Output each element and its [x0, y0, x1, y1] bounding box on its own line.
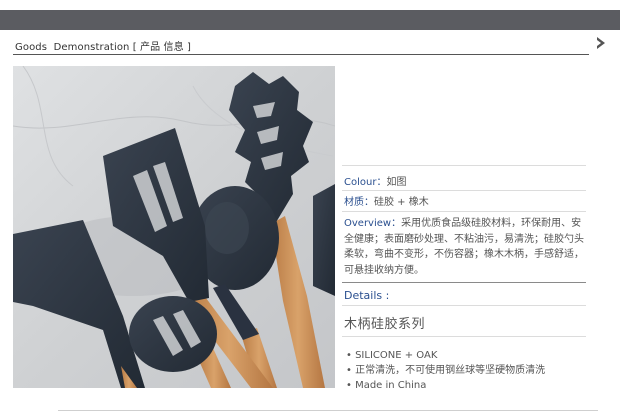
material-row: 材质：硅胶 + 橡木 — [344, 196, 429, 210]
spec-divider-top — [342, 165, 586, 166]
colour-row: Colour：如图 — [344, 176, 406, 190]
overview-label: Overview： — [344, 218, 402, 229]
feature-list: • SILICONE + OAK • 正常清洗，不可使用钢丝球等坚硬物质清洗 •… — [346, 348, 545, 393]
product-photo — [13, 66, 335, 388]
series-name: 木柄硅胶系列 — [344, 317, 426, 332]
colour-label: Colour： — [344, 177, 387, 188]
colour-value: 如图 — [386, 177, 407, 188]
spec-divider-material — [342, 211, 586, 212]
top-banner-bar — [0, 10, 620, 30]
details-heading: Details : — [344, 289, 390, 302]
spec-divider-overview — [342, 282, 586, 283]
feature-item: • 正常清洗，不可使用钢丝球等坚硬物质清洗 — [346, 365, 546, 376]
feature-item: • SILICONE + OAK — [346, 350, 438, 361]
material-label: 材质： — [344, 197, 374, 208]
material-value: 硅胶 + 橡木 — [374, 197, 429, 208]
section-title: Goods Demonstration [ 产品 信息 ] — [15, 42, 191, 53]
overview-block: Overview：采用优质食品级硅胶材料，环保耐用、安全健康；表面磨砂处理、不粘… — [344, 216, 586, 278]
chevron-right-icon[interactable] — [594, 35, 608, 51]
spec-divider-colour — [342, 190, 586, 191]
header-divider — [13, 54, 589, 55]
feature-item: • Made in China — [346, 380, 427, 391]
section-header: Goods Demonstration [ 产品 信息 ] — [13, 37, 589, 55]
spec-divider-series — [342, 336, 586, 337]
right-spoon-head — [313, 184, 335, 296]
spec-divider-details — [342, 305, 586, 306]
footer-divider — [58, 410, 598, 411]
